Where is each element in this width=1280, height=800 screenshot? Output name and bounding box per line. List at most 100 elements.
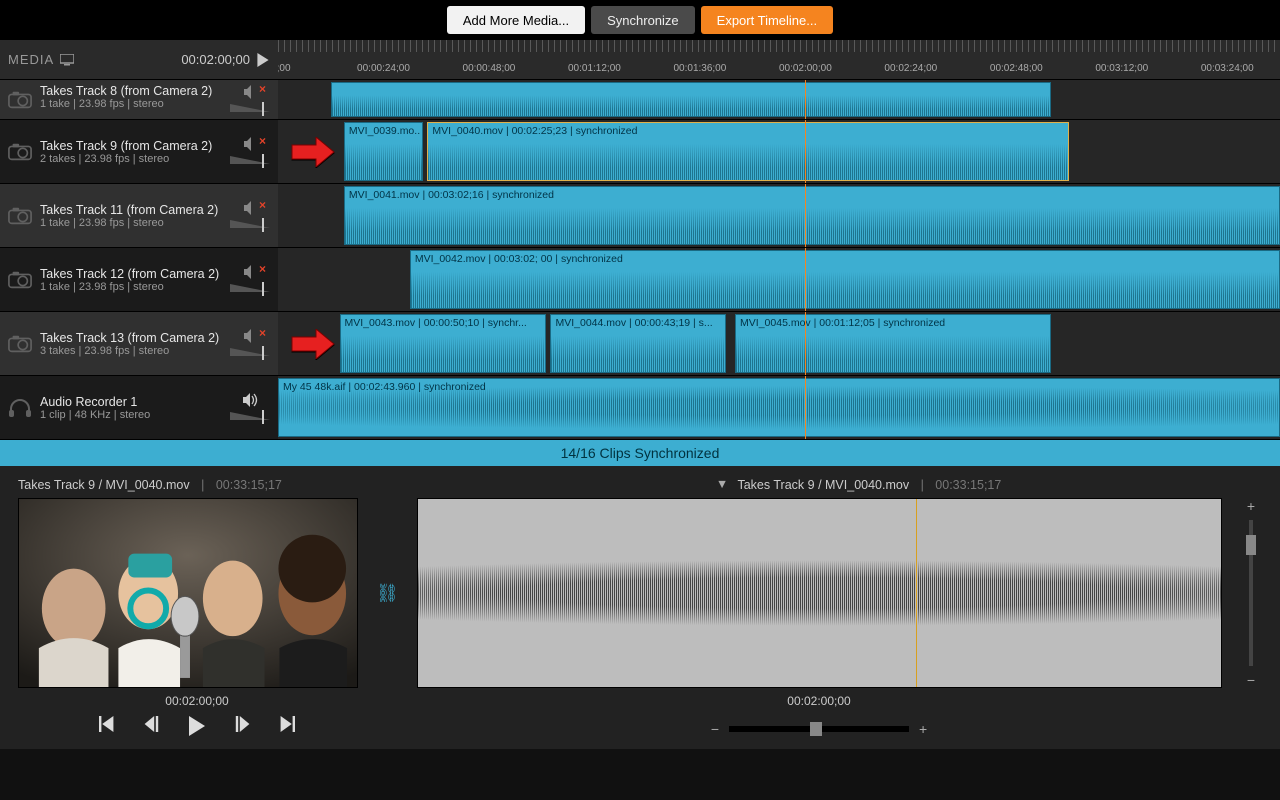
zoom-in-icon[interactable]: + [1247,498,1255,514]
track-header[interactable]: Takes Track 8 (from Camera 2)1 take | 23… [0,80,278,119]
vertical-zoom[interactable]: + − [1240,498,1262,688]
video-preview[interactable] [18,498,358,688]
clip[interactable] [331,82,1052,117]
add-media-button[interactable]: Add More Media... [447,6,585,34]
volume-slider[interactable] [230,412,270,422]
monitor-icon [60,54,74,66]
time-ruler[interactable]: 00;0000:00:24;0000:00:48;0000:01:12;0000… [278,40,1280,79]
camera-icon [8,335,32,353]
preview-thumbnail [19,499,357,688]
volume-slider[interactable] [230,104,270,114]
skip-end-button[interactable] [279,716,295,741]
track-meta: 1 take | 23.98 fps | stereo [40,98,222,110]
clip-label: MVI_0043.mov | 00:00:50;10 | synchr... [345,317,527,329]
mute-toggle[interactable] [243,85,257,102]
play-button[interactable] [187,716,207,741]
track-meta: 1 take | 23.98 fps | stereo [40,281,222,293]
track-name: Takes Track 11 (from Camera 2) [40,203,222,217]
clip-label: MVI_0041.mov | 00:03:02;16 | synchronize… [349,189,554,201]
header-timecode: 00:02:00;00 [181,52,250,67]
waveform-timecode: 00:02:00;00 [376,694,1262,708]
track-name: Audio Recorder 1 [40,395,222,409]
clip-label: MVI_0039.mo.. [349,125,420,137]
volume-slider[interactable] [230,220,270,230]
track-lane[interactable] [278,80,1280,119]
mute-toggle[interactable] [242,393,258,410]
clip-label: MVI_0044.mov | 00:00:43;19 | s... [555,317,712,329]
annotation-arrow-icon [290,329,336,359]
transport-controls [18,708,376,741]
track-lane[interactable]: MVI_0039.mo.. MVI_0040.mov | 00:02:25;23 … [278,120,1280,183]
clip[interactable]: MVI_0041.mov | 00:03:02;16 | synchronize… [344,186,1280,245]
headphones-icon [8,399,32,417]
detail-panel: Takes Track 9 / MVI_0040.mov | 00:33:15;… [0,466,1280,749]
volume-slider[interactable] [230,156,270,166]
waveform-title[interactable]: ▼ Takes Track 9 / MVI_0040.mov | 00:33:1… [716,478,1001,492]
mute-toggle[interactable] [243,201,257,218]
track-meta: 1 take | 23.98 fps | stereo [40,217,222,229]
mute-toggle[interactable] [243,329,257,346]
track-row: Audio Recorder 11 clip | 48 KHz | stereo… [0,376,1280,440]
link-icon[interactable]: ⛓ [376,583,399,604]
sync-status-bar: 14/16 Clips Synchronized [0,440,1280,466]
camera-icon [8,271,32,289]
track-name: Takes Track 12 (from Camera 2) [40,267,222,281]
synchronize-button[interactable]: Synchronize [591,6,695,34]
hzoom-out-button[interactable]: − [711,721,719,737]
clip[interactable]: MVI_0039.mo.. [344,122,423,181]
track-lane[interactable]: My 45 48k.aif | 00:02:43.960 | synchroni… [278,376,1280,439]
annotation-arrow-icon [290,137,336,167]
media-label: MEDIA [8,52,74,67]
track-header[interactable]: Takes Track 11 (from Camera 2)1 take | 2… [0,184,278,247]
track-lane[interactable]: MVI_0041.mov | 00:03:02;16 | synchronize… [278,184,1280,247]
track-meta: 2 takes | 23.98 fps | stereo [40,153,222,165]
track-name: Takes Track 13 (from Camera 2) [40,331,222,345]
clip[interactable]: My 45 48k.aif | 00:02:43.960 | synchroni… [278,378,1280,437]
track-meta: 1 clip | 48 KHz | stereo [40,409,222,421]
clip[interactable]: MVI_0042.mov | 00:03:02; 00 | synchroniz… [410,250,1280,309]
volume-slider[interactable] [230,284,270,294]
track-row: Takes Track 13 (from Camera 2)3 takes | … [0,312,1280,376]
step-back-button[interactable] [143,716,159,741]
camera-icon [8,91,32,109]
mute-toggle[interactable] [243,137,257,154]
preview-timecode: 00:02:00;00 [18,694,376,708]
track-name: Takes Track 9 (from Camera 2) [40,139,222,153]
waveform-panel[interactable] [417,498,1222,688]
track-name: Takes Track 8 (from Camera 2) [40,84,222,98]
track-meta: 3 takes | 23.98 fps | stereo [40,345,222,357]
track-lane[interactable]: MVI_0043.mov | 00:00:50;10 | synchr... MV… [278,312,1280,375]
camera-icon [8,207,32,225]
clip[interactable]: MVI_0043.mov | 00:00:50;10 | synchr... [340,314,547,373]
clip[interactable]: MVI_0045.mov | 00:01:12;05 | synchronize… [735,314,1051,373]
skip-start-button[interactable] [99,716,115,741]
track-row: Takes Track 11 (from Camera 2)1 take | 2… [0,184,1280,248]
clip[interactable]: MVI_0044.mov | 00:00:43;19 | s... [550,314,726,373]
track-header[interactable]: Takes Track 9 (from Camera 2)2 takes | 2… [0,120,278,183]
hzoom-in-button[interactable]: + [919,721,927,737]
track-row: Takes Track 8 (from Camera 2)1 take | 23… [0,80,1280,120]
zoom-slider[interactable] [1249,520,1253,666]
clip[interactable]: MVI_0040.mov | 00:02:25;23 | synchronize… [427,122,1069,181]
clip-label: MVI_0045.mov | 00:01:12;05 | synchronize… [740,317,945,329]
volume-slider[interactable] [230,348,270,358]
track-header[interactable]: Takes Track 13 (from Camera 2)3 takes | … [0,312,278,375]
mute-toggle[interactable] [243,265,257,282]
track-row: Takes Track 12 (from Camera 2)1 take | 2… [0,248,1280,312]
chevron-down-icon[interactable]: ▼ [716,477,728,491]
step-forward-button[interactable] [235,716,251,741]
clip-label: My 45 48k.aif | 00:02:43.960 | synchroni… [283,381,486,393]
export-timeline-button[interactable]: Export Timeline... [701,6,833,34]
waveform-playhead[interactable] [916,499,917,687]
track-lane[interactable]: MVI_0042.mov | 00:03:02; 00 | synchroniz… [278,248,1280,311]
top-toolbar: Add More Media... Synchronize Export Tim… [0,0,1280,40]
camera-icon [8,143,32,161]
preview-title: Takes Track 9 / MVI_0040.mov | 00:33:15;… [18,478,282,492]
play-icon[interactable] [256,53,270,67]
zoom-out-icon[interactable]: − [1247,672,1255,688]
clip-label: MVI_0042.mov | 00:03:02; 00 | synchroniz… [415,253,623,265]
hzoom-slider[interactable] [729,726,909,732]
track-header[interactable]: Audio Recorder 11 clip | 48 KHz | stereo [0,376,278,439]
clip-label: MVI_0040.mov | 00:02:25;23 | synchronize… [432,125,637,137]
track-header[interactable]: Takes Track 12 (from Camera 2)1 take | 2… [0,248,278,311]
